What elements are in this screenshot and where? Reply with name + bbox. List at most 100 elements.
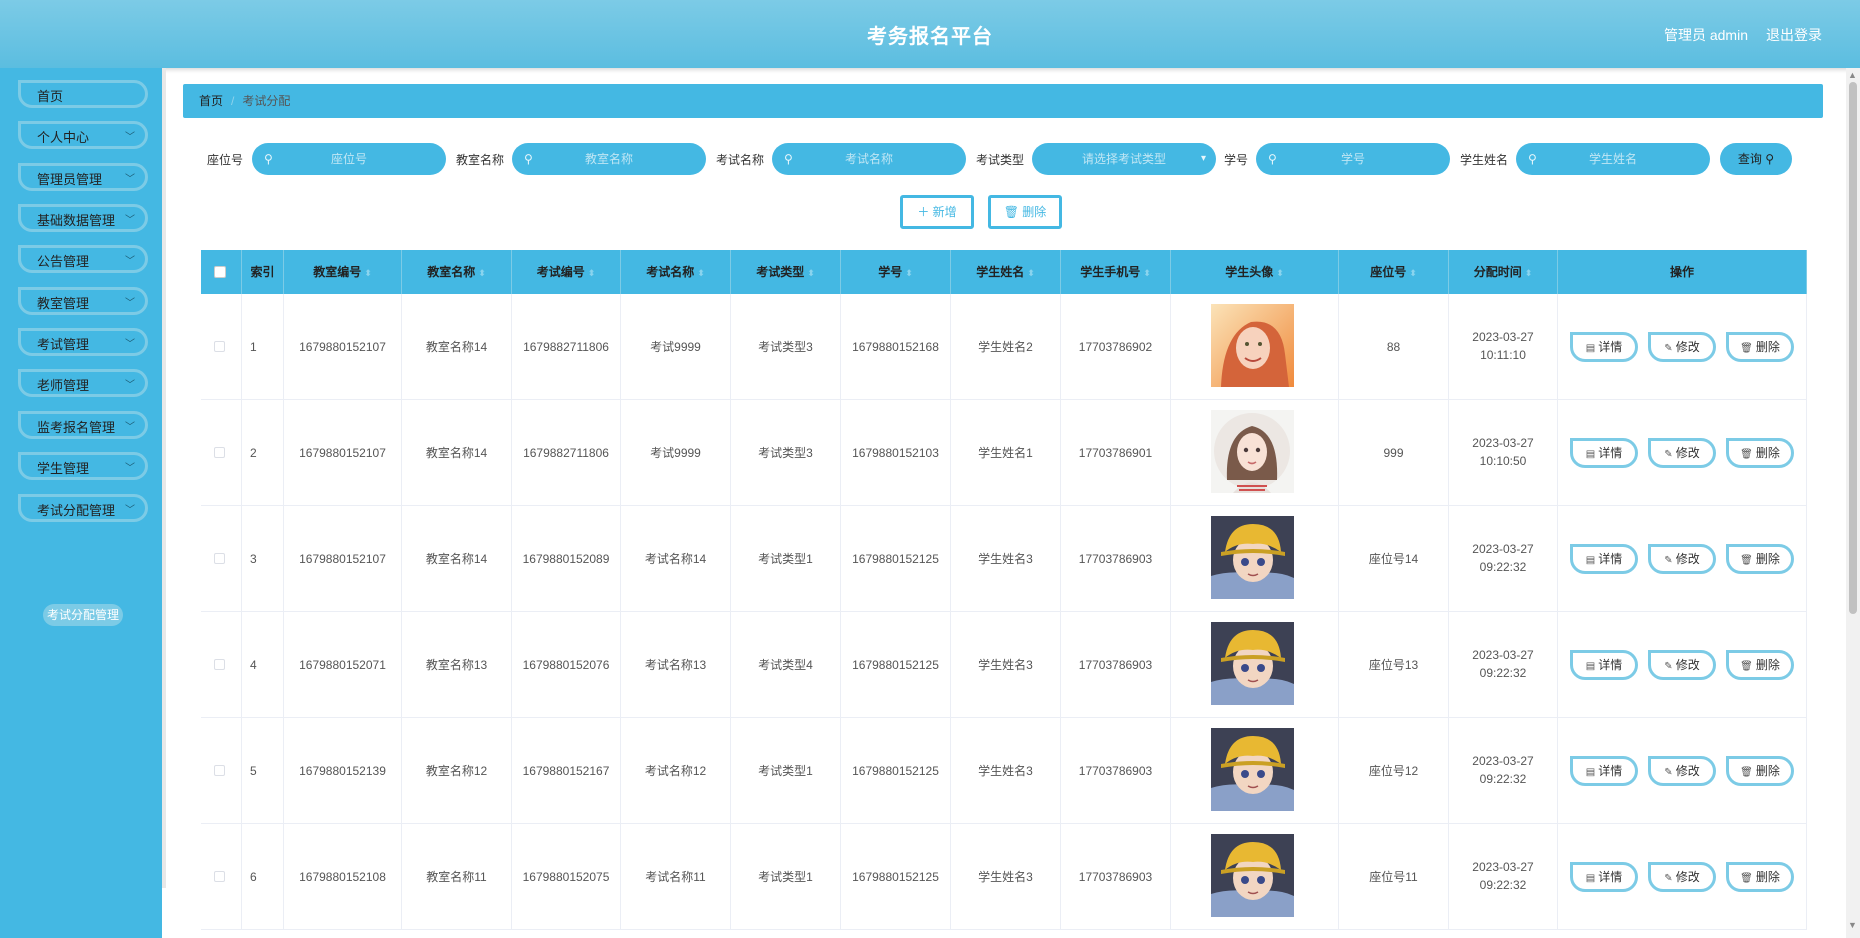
row-checkbox[interactable] xyxy=(214,447,225,458)
detail-button[interactable]: ▤ 详情 xyxy=(1570,756,1638,786)
detail-button[interactable]: ▤ 详情 xyxy=(1570,862,1638,892)
document-icon: ▤ xyxy=(1585,555,1596,566)
cell-time: 2023-03-27 09:22:32 xyxy=(1449,824,1558,930)
cell-type: 考试类型1 xyxy=(731,718,841,824)
cell-exam-no: 1679880152167 xyxy=(512,718,621,824)
sort-icon[interactable]: ⬍ xyxy=(905,268,913,278)
cell-phone: 17703786903 xyxy=(1061,612,1171,718)
student-avatar[interactable] xyxy=(1211,410,1294,493)
delete-button[interactable]: 🗑 删除 xyxy=(1726,756,1794,786)
column-header-seat[interactable]: 座位号 ⬍ xyxy=(1339,250,1449,294)
chevron-down-icon: ﹀ xyxy=(125,380,135,391)
sort-icon[interactable]: ⬍ xyxy=(1276,268,1284,278)
column-header-time[interactable]: 分配时间 ⬍ xyxy=(1449,250,1558,294)
sidebar-item-10[interactable]: 学生管理 ﹀ xyxy=(18,452,148,480)
sidebar-item-6[interactable]: 教室管理 ﹀ xyxy=(18,287,148,315)
column-header-label: 教室名称 xyxy=(427,265,476,279)
student-avatar[interactable] xyxy=(1211,728,1294,811)
student-avatar[interactable] xyxy=(1211,834,1294,917)
document-icon: ▤ xyxy=(1585,873,1596,884)
breadcrumb: 首页 / 考试分配 xyxy=(183,84,1823,118)
sort-icon[interactable]: ⬍ xyxy=(807,268,815,278)
sidebar-item-7[interactable]: 考试管理 ﹀ xyxy=(18,328,148,356)
cell-phone: 17703786903 xyxy=(1061,506,1171,612)
sort-icon[interactable]: ⬍ xyxy=(478,268,486,278)
detail-button[interactable]: ▤ 详情 xyxy=(1570,438,1638,468)
row-checkbox[interactable] xyxy=(214,659,225,670)
row-checkbox[interactable] xyxy=(214,871,225,882)
column-header-phone[interactable]: 学生手机号 ⬍ xyxy=(1061,250,1171,294)
search-icon: ⚲ xyxy=(1765,152,1775,166)
sidebar-item-label: 首页 xyxy=(37,89,64,104)
classroom-name-search-input[interactable]: ⚲ 教室名称 xyxy=(512,143,706,175)
student-avatar[interactable] xyxy=(1211,622,1294,705)
sidebar-item-9[interactable]: 监考报名管理 ﹀ xyxy=(18,411,148,439)
column-header-name[interactable]: 学生姓名 ⬍ xyxy=(951,250,1061,294)
column-header-label: 学号 xyxy=(878,265,903,279)
scroll-up-arrow-icon[interactable]: ▲ xyxy=(1848,70,1857,80)
scrollbar-thumb[interactable] xyxy=(1849,82,1857,614)
edit-button[interactable]: ✎ 修改 xyxy=(1648,544,1716,574)
sort-icon[interactable]: ⬍ xyxy=(1143,268,1151,278)
column-header-exam[interactable]: 考试名称 ⬍ xyxy=(621,250,731,294)
student-name-search-input[interactable]: ⚲ 学生姓名 xyxy=(1516,143,1710,175)
batch-delete-button[interactable]: 🗑 删除 xyxy=(988,195,1062,229)
delete-button[interactable]: 🗑 删除 xyxy=(1726,650,1794,680)
delete-button[interactable]: 🗑 删除 xyxy=(1726,862,1794,892)
sidebar-item-1[interactable]: 首页 xyxy=(18,80,148,108)
sort-icon[interactable]: ⬍ xyxy=(588,268,596,278)
sort-icon[interactable]: ⬍ xyxy=(364,268,372,278)
edit-button[interactable]: ✎ 修改 xyxy=(1648,332,1716,362)
column-header-student-no[interactable]: 学号 ⬍ xyxy=(841,250,951,294)
sidebar-item-5[interactable]: 公告管理 ﹀ xyxy=(18,245,148,273)
sidebar-subitem-exam-assignment[interactable]: 考试分配管理 xyxy=(43,604,123,626)
logout-link[interactable]: 退出登录 xyxy=(1766,25,1822,45)
delete-button[interactable]: 🗑 删除 xyxy=(1726,332,1794,362)
cell-exam-no: 1679882711806 xyxy=(512,294,621,400)
row-checkbox[interactable] xyxy=(214,341,225,352)
exam-name-search-input[interactable]: ⚲ 考试名称 xyxy=(772,143,966,175)
exam-type-select[interactable]: 请选择考试类型 ▾ xyxy=(1032,143,1216,175)
edit-button[interactable]: ✎ 修改 xyxy=(1648,862,1716,892)
sort-icon[interactable]: ⬍ xyxy=(1525,268,1533,278)
breadcrumb-home[interactable]: 首页 xyxy=(199,94,223,108)
detail-button[interactable]: ▤ 详情 xyxy=(1570,332,1638,362)
row-checkbox[interactable] xyxy=(214,765,225,776)
seat-search-input[interactable]: ⚲ 座位号 xyxy=(252,143,446,175)
cell-seat: 座位号14 xyxy=(1339,506,1449,612)
sort-icon[interactable]: ⬍ xyxy=(697,268,705,278)
column-header-exam-no[interactable]: 考试编号 ⬍ xyxy=(512,250,621,294)
scroll-down-arrow-icon[interactable]: ▼ xyxy=(1848,920,1857,930)
select-all-checkbox[interactable] xyxy=(214,266,226,278)
sidebar-item-11[interactable]: 考试分配管理 ﹀ xyxy=(18,494,148,522)
row-checkbox[interactable] xyxy=(214,553,225,564)
edit-button[interactable]: ✎ 修改 xyxy=(1648,756,1716,786)
sort-icon[interactable]: ⬍ xyxy=(1027,268,1035,278)
column-header-avatar[interactable]: 学生头像 ⬍ xyxy=(1171,250,1339,294)
column-header-room-no[interactable]: 教室编号 ⬍ xyxy=(284,250,402,294)
sidebar-item-8[interactable]: 老师管理 ﹀ xyxy=(18,369,148,397)
sidebar-item-4[interactable]: 基础数据管理 ﹀ xyxy=(18,204,148,232)
column-header-label: 学生头像 xyxy=(1225,265,1274,279)
column-header-room[interactable]: 教室名称 ⬍ xyxy=(402,250,512,294)
edit-button[interactable]: ✎ 修改 xyxy=(1648,438,1716,468)
table-row: 6 1679880152108 教室名称11 1679880152075 考试名称11 考… xyxy=(201,824,1807,930)
cell-seat: 999 xyxy=(1339,400,1449,506)
delete-button[interactable]: 🗑 删除 xyxy=(1726,438,1794,468)
sort-icon[interactable]: ⬍ xyxy=(1409,268,1417,278)
add-button[interactable]: ＋ 新增 xyxy=(900,195,974,229)
detail-label: 详情 xyxy=(1598,764,1623,778)
delete-button[interactable]: 🗑 删除 xyxy=(1726,544,1794,574)
detail-button[interactable]: ▤ 详情 xyxy=(1570,650,1638,680)
operations-cell: ▤ 详情 ✎ 修改 🗑 删除 xyxy=(1558,824,1807,930)
student-no-search-input[interactable]: ⚲ 学号 xyxy=(1256,143,1450,175)
query-button[interactable]: 查询 ⚲ xyxy=(1720,143,1792,175)
column-header-label: 分配时间 xyxy=(1473,265,1522,279)
student-avatar[interactable] xyxy=(1211,304,1294,387)
column-header-type[interactable]: 考试类型 ⬍ xyxy=(731,250,841,294)
student-avatar[interactable] xyxy=(1211,516,1294,599)
edit-button[interactable]: ✎ 修改 xyxy=(1648,650,1716,680)
cell-phone: 17703786903 xyxy=(1061,824,1171,930)
detail-button[interactable]: ▤ 详情 xyxy=(1570,544,1638,574)
chevron-down-icon: ▾ xyxy=(1200,153,1206,164)
